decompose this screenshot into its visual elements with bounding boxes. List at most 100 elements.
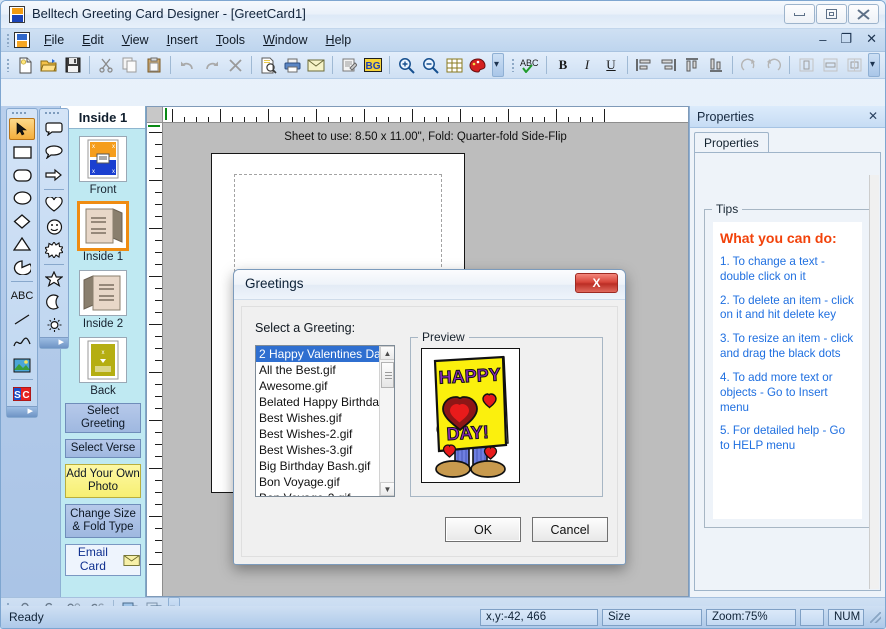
underline-icon[interactable]: U (600, 54, 622, 76)
select-verse-button[interactable]: Select Verse (65, 439, 141, 459)
undo-icon[interactable] (176, 54, 198, 76)
status-resize-grip[interactable] (868, 610, 882, 624)
menu-file[interactable]: FFileile (35, 30, 73, 50)
line-tool[interactable] (9, 308, 35, 330)
align-right-icon[interactable] (657, 54, 679, 76)
menu-edit[interactable]: Edit (73, 30, 113, 50)
heart-shape-tool[interactable] (41, 193, 67, 215)
card-thumbnail-inside1[interactable] (77, 201, 129, 251)
format-toolbar-grip[interactable] (509, 57, 518, 74)
listbox-scrollbar[interactable]: ▲ ▼ (379, 346, 394, 496)
close-button[interactable] (848, 4, 879, 24)
star-tool[interactable] (41, 268, 67, 290)
format-toolbar-overflow[interactable] (868, 53, 880, 77)
copy-icon[interactable] (119, 54, 141, 76)
paste-clipboard-icon[interactable] (143, 54, 165, 76)
card-page-back[interactable]: x Back (61, 337, 145, 397)
align-bottom-icon[interactable] (705, 54, 727, 76)
maximize-button[interactable] (816, 4, 847, 24)
child-close-button[interactable]: ✕ (864, 31, 879, 47)
callout-oval-tool[interactable] (41, 118, 67, 140)
child-restore-button[interactable]: ❐ (838, 31, 854, 47)
list-item[interactable]: Awesome.gif (256, 378, 379, 394)
child-minimize-button[interactable]: – (817, 32, 828, 47)
rotate-right-icon[interactable] (762, 54, 784, 76)
center-horizontal-icon[interactable] (819, 54, 841, 76)
menu-tools[interactable]: Tools (207, 30, 254, 50)
callout-rounded-tool[interactable] (41, 141, 67, 163)
extra-shapes-palette-expand[interactable] (40, 335, 68, 348)
cancel-button[interactable]: Cancel (532, 517, 608, 542)
scroll-down-arrow-icon[interactable]: ▼ (380, 482, 394, 496)
image-tool[interactable] (9, 354, 35, 376)
add-own-photo-button[interactable]: Add Your Own Photo (65, 464, 141, 499)
list-item[interactable]: Best Wishes-3.gif (256, 442, 379, 458)
list-item[interactable]: Best Wishes-2.gif (256, 426, 379, 442)
scroll-up-arrow-icon[interactable]: ▲ (380, 346, 394, 360)
menu-window[interactable]: Window (254, 30, 316, 50)
moon-tool[interactable] (41, 291, 67, 313)
save-disk-icon[interactable] (62, 54, 84, 76)
rounded-rectangle-tool[interactable] (9, 164, 35, 186)
shapes-palette-expand[interactable] (7, 404, 37, 417)
card-thumbnail-inside2[interactable] (79, 270, 127, 316)
card-thumbnail-back[interactable]: x (79, 337, 127, 383)
select-greeting-button[interactable]: Select Greeting (65, 403, 141, 434)
palette-icon[interactable] (467, 54, 489, 76)
sun-tool[interactable] (41, 314, 67, 336)
greeting-listbox[interactable]: 2 Happy Valentines Day All the Best.gif … (255, 345, 395, 497)
diamond-tool[interactable] (9, 210, 35, 232)
list-item[interactable]: All the Best.gif (256, 362, 379, 378)
tab-properties[interactable]: Properties (694, 132, 769, 152)
align-top-icon[interactable] (681, 54, 703, 76)
dialog-close-button[interactable]: X (575, 273, 618, 293)
email-icon[interactable] (305, 54, 327, 76)
list-item[interactable]: Belated Happy Birthday. (256, 394, 379, 410)
menu-help[interactable]: Help (317, 30, 361, 50)
open-folder-icon[interactable] (38, 54, 60, 76)
background-bg-icon[interactable]: BG (362, 54, 384, 76)
main-toolbar-overflow[interactable] (492, 53, 504, 77)
email-card-button[interactable]: Email Card (65, 544, 141, 577)
pie-shape-tool[interactable] (9, 256, 35, 278)
cut-scissors-icon[interactable] (95, 54, 117, 76)
redo-icon[interactable] (200, 54, 222, 76)
list-item[interactable]: Best Wishes.gif (256, 410, 379, 426)
properties-close-icon[interactable]: ✕ (868, 109, 878, 123)
menu-insert[interactable]: Insert (158, 30, 207, 50)
palette-grip[interactable] (40, 109, 68, 117)
zoom-in-icon[interactable] (395, 54, 417, 76)
properties-icon[interactable] (338, 54, 360, 76)
change-size-fold-button[interactable]: Change Size & Fold Type (65, 504, 141, 539)
smiley-face-tool[interactable] (41, 216, 67, 238)
list-item[interactable]: Big Birthday Bash.gif (256, 458, 379, 474)
delete-x-icon[interactable] (224, 54, 246, 76)
card-page-front[interactable]: x x x x Front (61, 136, 145, 196)
triangle-tool[interactable] (9, 233, 35, 255)
bold-icon[interactable]: B (552, 54, 574, 76)
ok-button[interactable]: OK (445, 517, 521, 542)
list-item[interactable]: 2 Happy Valentines Day (256, 346, 379, 362)
starburst-tool[interactable] (41, 239, 67, 261)
toolbar-grip[interactable] (4, 57, 13, 74)
list-item[interactable]: Bon Voyage-2.gif (256, 490, 379, 496)
rectangle-tool[interactable] (9, 141, 35, 163)
text-abc-tool[interactable]: ABC (9, 285, 35, 307)
scrollbar-thumb[interactable] (381, 362, 394, 388)
print-preview-icon[interactable] (257, 54, 279, 76)
arrow-shape-tool[interactable] (41, 164, 67, 186)
minimize-button[interactable] (784, 4, 815, 24)
card-thumbnail-front[interactable]: x x x x (79, 136, 127, 182)
grid-icon[interactable] (443, 54, 465, 76)
card-page-inside1[interactable]: Inside 1 (61, 201, 145, 263)
align-left-icon[interactable] (633, 54, 655, 76)
vertical-ruler[interactable] (147, 123, 163, 596)
italic-icon[interactable]: I (576, 54, 598, 76)
horizontal-ruler[interactable] (163, 107, 688, 123)
screen-capture-tool[interactable]: SC (9, 383, 35, 405)
center-vertical-icon[interactable] (795, 54, 817, 76)
new-document-icon[interactable] (14, 54, 36, 76)
curve-tool[interactable] (9, 331, 35, 353)
list-item[interactable]: Bon Voyage.gif (256, 474, 379, 490)
card-page-inside2[interactable]: Inside 2 (61, 270, 145, 330)
